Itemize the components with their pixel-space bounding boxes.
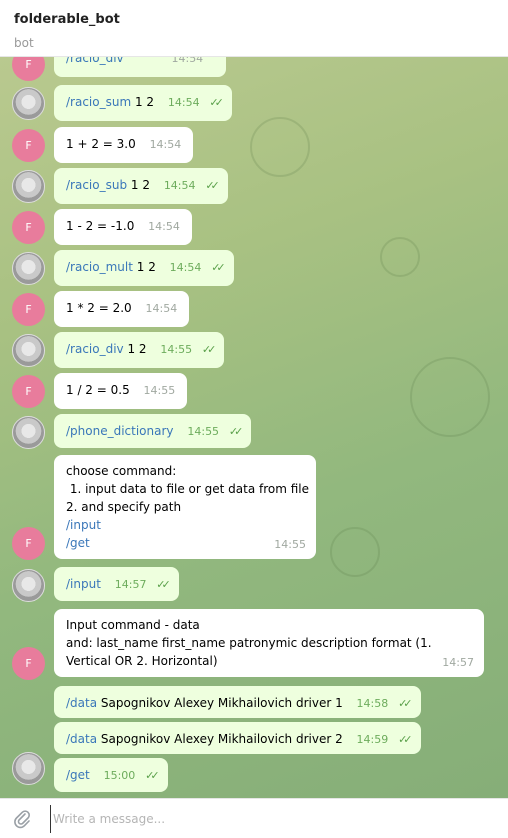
paperclip-icon[interactable]	[13, 808, 31, 830]
command-link[interactable]: /phone_dictionary	[66, 424, 174, 438]
message-time: 14:55	[160, 343, 193, 356]
message-time: 14:54	[163, 179, 196, 192]
message-bubble: 1 / 2 = 0.5 14:55	[54, 373, 188, 409]
message-bubble: /phone_dictionary 14:55 ✓✓	[54, 414, 252, 448]
command-link[interactable]: /data	[66, 732, 97, 746]
user-avatar[interactable]	[12, 87, 45, 120]
message-text: 1 2	[123, 342, 147, 356]
read-checkmarks-icon: ✓✓	[205, 179, 220, 192]
message-text: 1 2	[127, 178, 150, 192]
message-text: Vertical OR 2. Horizontal)	[66, 654, 218, 668]
message-text: 2. and specify path	[66, 500, 182, 514]
command-link[interactable]: /get	[66, 768, 90, 782]
bot-avatar[interactable]: F	[12, 129, 45, 162]
message-time: 14:55	[187, 425, 220, 438]
message-time: 14:59	[356, 733, 389, 746]
command-link[interactable]: /racio_div	[66, 342, 124, 356]
message-text: 1 - 2 = -1.0	[66, 219, 135, 233]
message-input[interactable]	[50, 805, 490, 833]
user-avatar[interactable]	[12, 416, 45, 449]
message-bubble: /data Sapognikov Alexey Mikhailovich dri…	[54, 686, 421, 718]
message-text: 1. input data to file or get data from f…	[66, 482, 310, 496]
user-avatar[interactable]	[12, 252, 45, 285]
message-text: 1 2	[132, 260, 156, 274]
read-checkmarks-icon: ✓✓	[211, 261, 226, 274]
message-time: 14:58	[356, 697, 389, 710]
message-bubble: Input command - data and: last_name firs…	[54, 609, 484, 677]
message-composer	[0, 798, 508, 838]
bot-avatar[interactable]: F	[12, 647, 45, 680]
command-link[interactable]: /racio_sum	[66, 95, 131, 109]
message-text: 1 2	[131, 95, 155, 109]
message-time: 14:55	[274, 538, 306, 551]
message-time: 14:57	[114, 578, 147, 591]
command-link[interactable]: /input	[66, 516, 304, 534]
user-avatar[interactable]	[12, 752, 45, 785]
message-bubble: /data Sapognikov Alexey Mikhailovich dri…	[54, 722, 421, 754]
command-link[interactable]: /input	[66, 577, 101, 591]
bot-avatar[interactable]: F	[12, 293, 45, 326]
message-time: 14:54	[167, 96, 200, 109]
read-checkmarks-icon: ✓✓	[209, 96, 224, 109]
message-time: 14:54	[145, 302, 178, 315]
message-time: 14:54	[171, 57, 204, 65]
message-bubble: /racio_sub 1 2 14:54 ✓✓	[54, 168, 228, 204]
chat-header[interactable]: folderable_bot bot	[0, 0, 508, 57]
read-checkmarks-icon: ✓✓	[156, 578, 171, 591]
command-link[interactable]: /get	[66, 534, 304, 552]
message-bubble: choose command: 1. input data to file or…	[54, 455, 316, 559]
command-link[interactable]: /data	[66, 696, 97, 710]
read-checkmarks-icon: ✓✓	[398, 697, 413, 710]
message-text: 1 / 2 = 0.5	[66, 383, 130, 397]
message-text: Sapognikov Alexey Mikhailovich driver 1	[97, 696, 343, 710]
command-link[interactable]: /racio_sub	[66, 178, 127, 192]
bot-avatar[interactable]: F	[12, 375, 45, 408]
message-text: 1 * 2 = 2.0	[66, 301, 132, 315]
message-bubble: 1 * 2 = 2.0 14:54	[54, 291, 190, 327]
message-time: 14:54	[148, 220, 180, 233]
message-bubble: /racio_mult 1 2 14:54 ✓✓	[54, 250, 234, 286]
message-time: 14:54	[169, 261, 202, 274]
read-checkmarks-icon: ✓✓	[145, 769, 160, 782]
message-time: 14:54	[149, 138, 182, 151]
message-bubble: /get 15:00 ✓✓	[54, 758, 168, 792]
message-time: 14:57	[442, 656, 474, 669]
message-bubble: /racio_sum 1 2 14:54 ✓✓	[54, 85, 232, 121]
message-list[interactable]: F /racio_div 14:54 /racio_sum 1 2 14:54 …	[0, 57, 508, 798]
chat-title: folderable_bot	[14, 12, 120, 27]
message-text: choose command:	[66, 464, 177, 478]
message-bubble: 1 - 2 = -1.0 14:54	[54, 209, 192, 245]
bot-avatar[interactable]: F	[12, 211, 45, 244]
read-checkmarks-icon: ✓✓	[228, 425, 244, 438]
user-avatar[interactable]	[12, 170, 45, 203]
chat-subtitle: bot	[14, 36, 34, 50]
message-text: Input command - data	[66, 618, 200, 632]
read-checkmarks-icon: ✓✓	[398, 733, 413, 746]
message-time: 15:00	[103, 769, 136, 782]
message-bubble: /racio_div 14:54	[54, 57, 226, 77]
message-text: and: last_name first_name patronymic des…	[66, 636, 432, 650]
message-bubble: 1 + 2 = 3.0 14:54	[54, 127, 194, 163]
message-text: 1 + 2 = 3.0	[66, 137, 136, 151]
read-checkmarks-icon: ✓✓	[201, 343, 217, 356]
user-avatar[interactable]	[12, 334, 45, 367]
message-time: 14:55	[143, 384, 176, 397]
bot-avatar[interactable]: F	[12, 527, 45, 560]
command-link[interactable]: /racio_mult	[66, 260, 133, 274]
message-text: Sapognikov Alexey Mikhailovich driver 2	[97, 732, 343, 746]
bot-avatar[interactable]: F	[12, 57, 45, 81]
command-link[interactable]: /racio_div	[66, 57, 124, 65]
message-bubble: /racio_div 1 2 14:55 ✓✓	[54, 332, 225, 368]
message-bubble: /input 14:57 ✓✓	[54, 567, 179, 601]
user-avatar[interactable]	[12, 569, 45, 602]
